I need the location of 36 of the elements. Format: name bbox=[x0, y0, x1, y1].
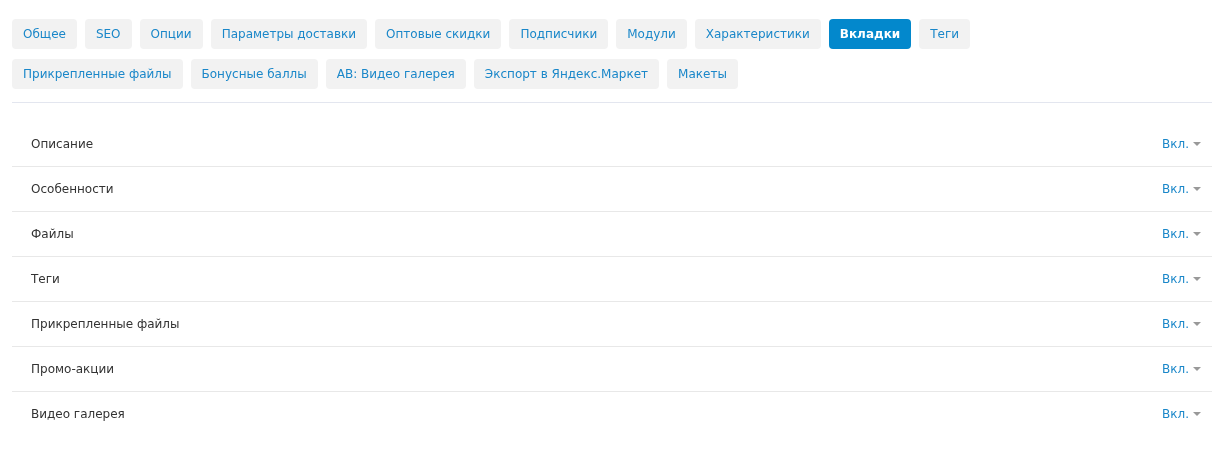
caret-icon bbox=[1193, 232, 1201, 236]
tab-name: Файлы bbox=[31, 227, 74, 241]
tab[interactable]: Теги bbox=[919, 19, 971, 49]
status-dropdown[interactable]: Вкл. bbox=[1162, 227, 1201, 241]
caret-icon bbox=[1193, 322, 1201, 326]
tab-name: Описание bbox=[31, 137, 94, 151]
status-dropdown[interactable]: Вкл. bbox=[1162, 407, 1201, 421]
caret-icon bbox=[1193, 412, 1201, 416]
caret-icon bbox=[1193, 277, 1201, 281]
tab-name: Видео галерея bbox=[31, 407, 125, 421]
status-dropdown[interactable]: Вкл. bbox=[1162, 182, 1201, 196]
tab[interactable]: Прикрепленные файлы bbox=[12, 59, 183, 89]
status-dropdown[interactable]: Вкл. bbox=[1162, 137, 1201, 151]
status-dropdown[interactable]: Вкл. bbox=[1162, 272, 1201, 286]
tab[interactable]: Общее bbox=[12, 19, 77, 49]
tab[interactable]: AB: Видео галерея bbox=[325, 59, 466, 89]
tab[interactable]: Опции bbox=[139, 19, 203, 49]
tab[interactable]: Экспорт в Яндекс.Маркет bbox=[473, 59, 660, 89]
tab[interactable]: Модули bbox=[616, 19, 687, 49]
caret-icon bbox=[1193, 367, 1201, 371]
tab-name: Прикрепленные файлы bbox=[31, 317, 180, 331]
tab-name: Особенности bbox=[31, 182, 114, 196]
caret-icon bbox=[1193, 187, 1201, 191]
tab-name: Промо-акции bbox=[31, 362, 115, 376]
tab-name: Теги bbox=[31, 272, 60, 286]
tab[interactable]: Подписчики bbox=[509, 19, 609, 49]
status-dropdown[interactable]: Вкл. bbox=[1162, 317, 1201, 331]
tab[interactable]: SEO bbox=[84, 19, 132, 49]
tab[interactable]: Параметры доставки bbox=[210, 19, 368, 49]
tab[interactable]: Бонусные баллы bbox=[190, 59, 318, 89]
caret-icon bbox=[1193, 142, 1201, 146]
tab[interactable]: Характеристики bbox=[694, 19, 821, 49]
tab[interactable]: Вкладки bbox=[828, 19, 912, 49]
tab[interactable]: Макеты bbox=[667, 59, 738, 89]
tab[interactable]: Оптовые скидки bbox=[375, 19, 502, 49]
status-dropdown[interactable]: Вкл. bbox=[1162, 362, 1201, 376]
